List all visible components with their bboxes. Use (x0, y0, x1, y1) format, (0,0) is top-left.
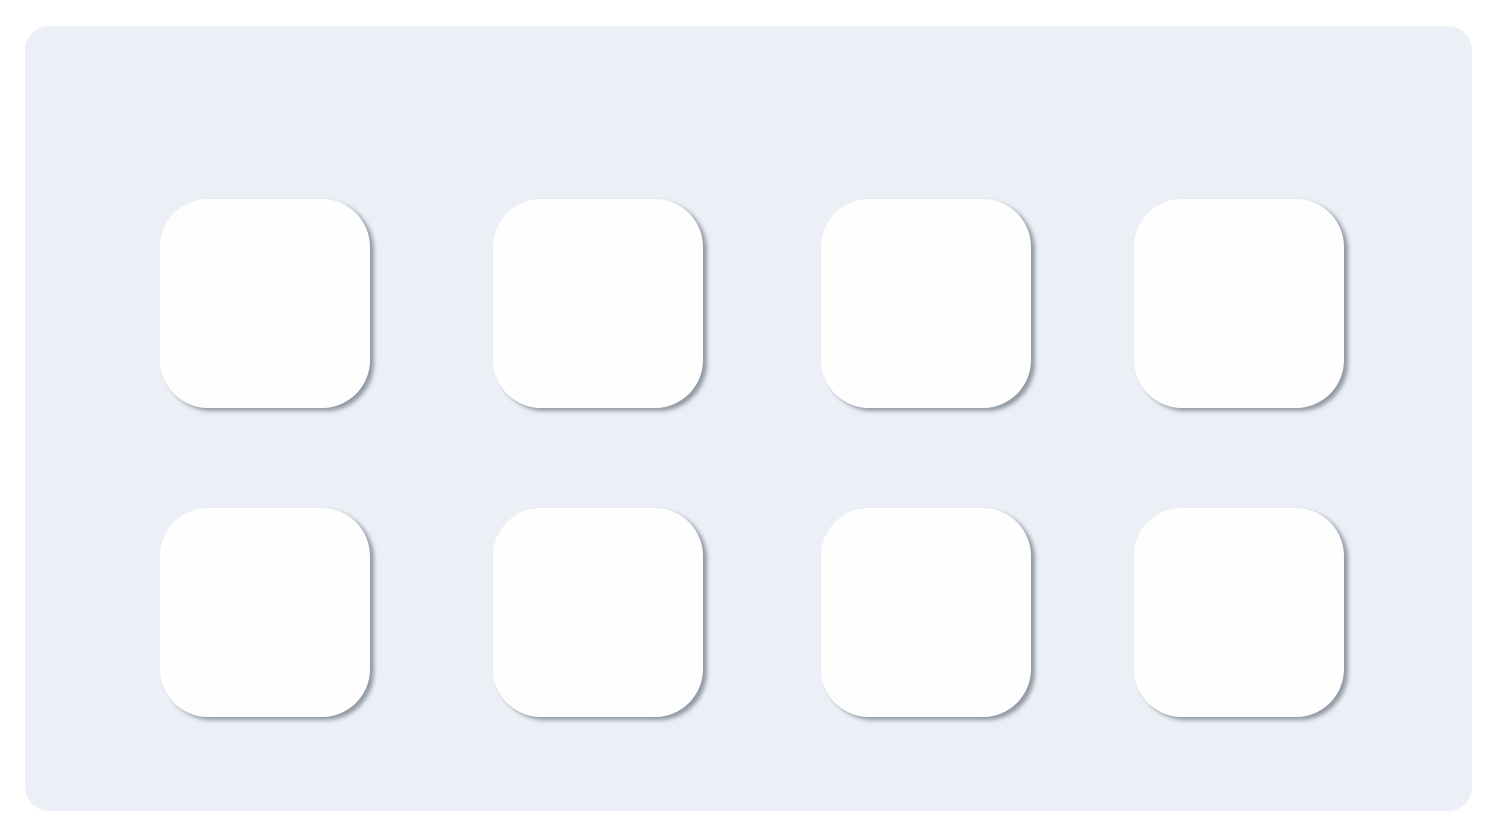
tile-grid-panel (25, 26, 1472, 811)
tile-r1-c4[interactable] (1134, 199, 1344, 408)
tile-r2-c1[interactable] (160, 508, 370, 717)
tile-r2-c2[interactable] (493, 508, 703, 717)
tile-r1-c1[interactable] (160, 199, 370, 408)
tile-r2-c3[interactable] (821, 508, 1031, 717)
tile-r2-c4[interactable] (1134, 508, 1344, 717)
tile-r1-c2[interactable] (493, 199, 703, 408)
tile-r1-c3[interactable] (821, 199, 1031, 408)
